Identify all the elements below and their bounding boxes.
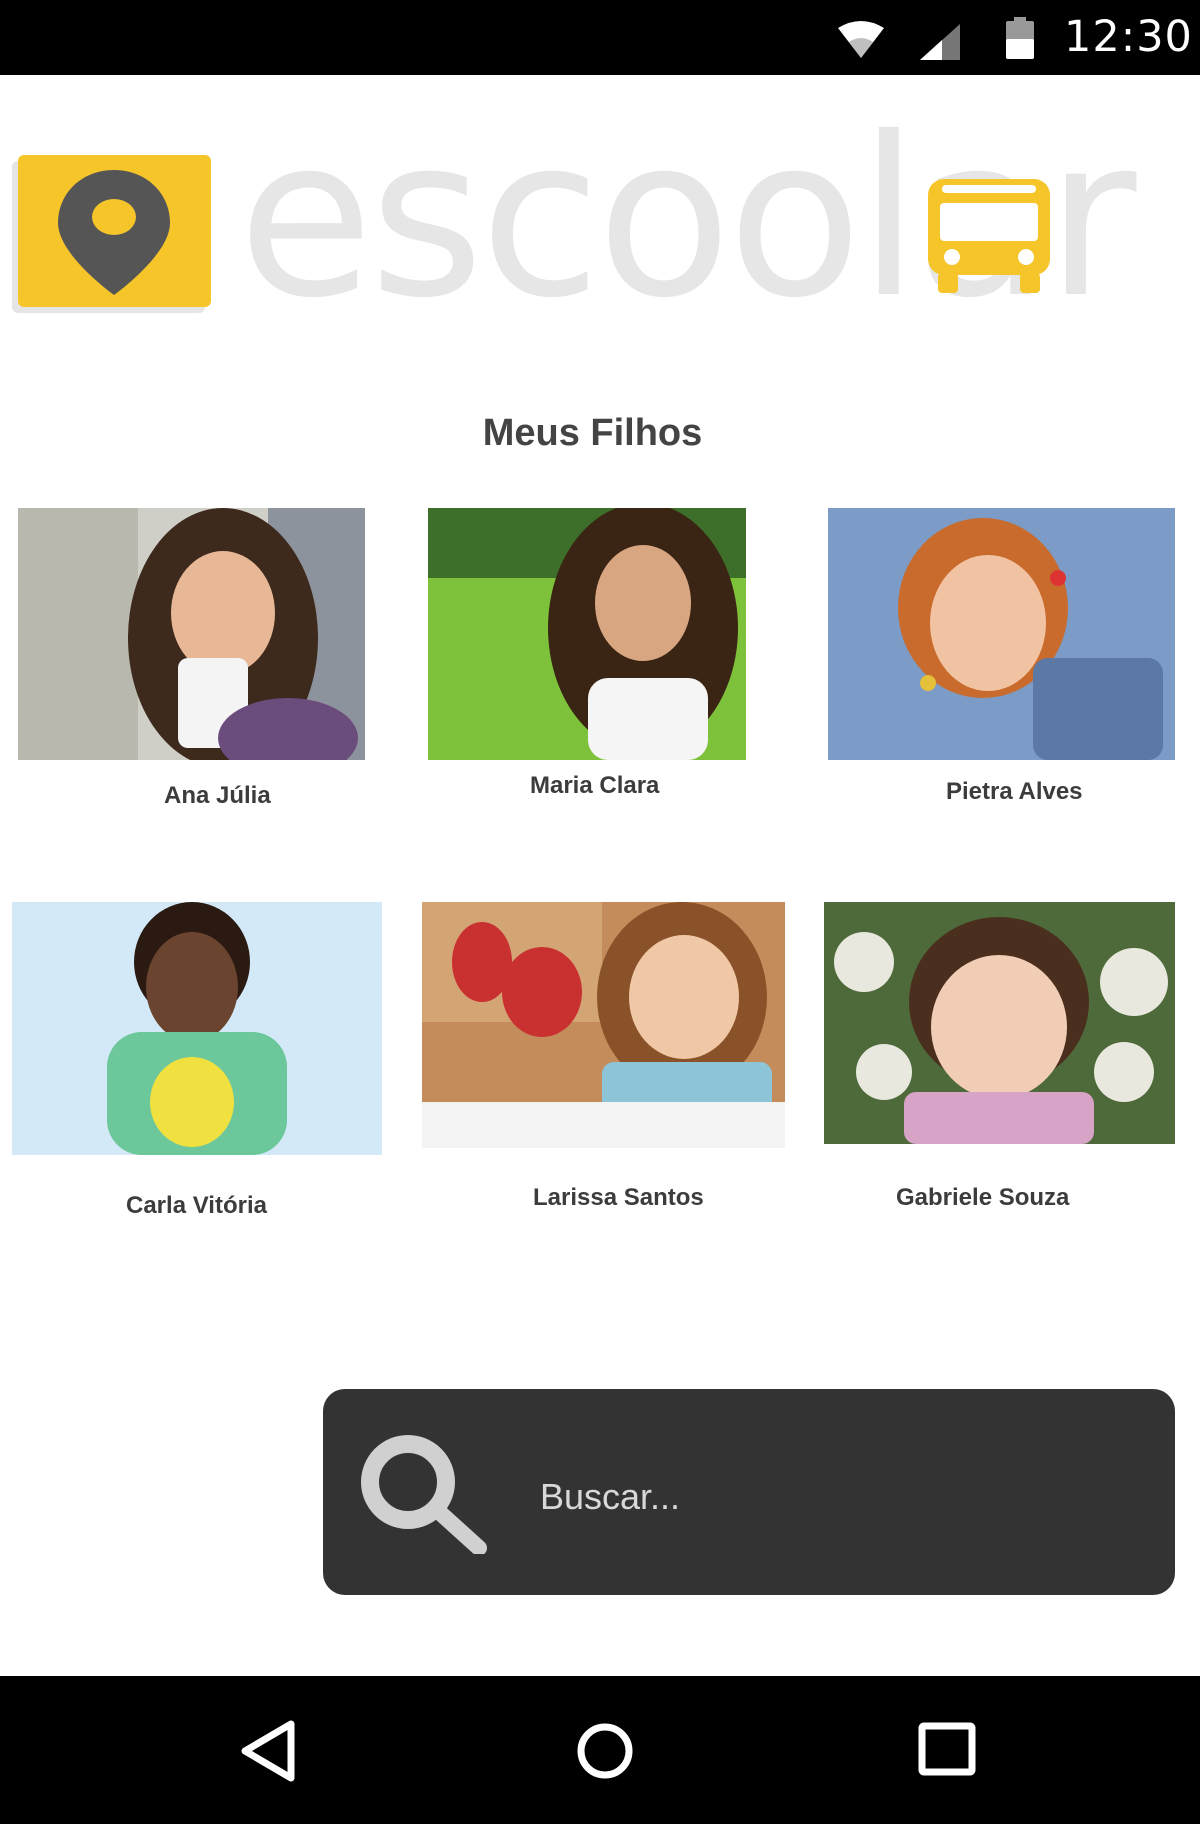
search-icon[interactable]: [353, 1434, 488, 1554]
child-photo[interactable]: [422, 902, 785, 1148]
child-name: Maria Clara: [530, 772, 660, 799]
location-pin-icon: [58, 170, 170, 295]
signal-icon: [920, 24, 960, 60]
child-photo[interactable]: [12, 902, 382, 1155]
search-bar[interactable]: [323, 1389, 1175, 1595]
back-icon[interactable]: [235, 1716, 305, 1786]
clock-time: 12:30: [1064, 12, 1193, 62]
child-photo[interactable]: [824, 902, 1175, 1144]
child-card-5[interactable]: Larissa Santos: [422, 902, 785, 1212]
home-icon[interactable]: [570, 1716, 640, 1786]
school-bus-icon: [928, 179, 1050, 293]
status-bar: 12:30: [0, 0, 1200, 75]
child-name: Pietra Alves: [946, 778, 1083, 805]
recent-apps-icon[interactable]: [912, 1716, 982, 1786]
child-card-4[interactable]: Carla Vitória: [12, 902, 382, 1222]
search-input[interactable]: [538, 1461, 1142, 1533]
child-card-6[interactable]: Gabriele Souza: [824, 902, 1175, 1212]
battery-icon: [1006, 17, 1034, 59]
navigation-bar: [0, 1676, 1200, 1824]
child-photo[interactable]: [18, 508, 365, 760]
page-title: Meus Filhos: [482, 412, 703, 454]
child-name: Carla Vitória: [126, 1192, 267, 1219]
child-card-2[interactable]: Maria Clara: [428, 508, 746, 799]
child-card-3[interactable]: Pietra Alves: [828, 508, 1175, 808]
child-name: Ana Júlia: [164, 782, 271, 809]
location-pin-badge: [18, 155, 211, 307]
child-name: Larissa Santos: [533, 1184, 704, 1211]
wifi-icon: [838, 21, 884, 58]
child-name: Gabriele Souza: [896, 1184, 1070, 1211]
child-photo[interactable]: [828, 508, 1175, 760]
child-card-1[interactable]: Ana Júlia: [18, 508, 365, 809]
child-photo[interactable]: [428, 508, 746, 760]
escoolar-logo: escoolar: [0, 80, 1200, 328]
